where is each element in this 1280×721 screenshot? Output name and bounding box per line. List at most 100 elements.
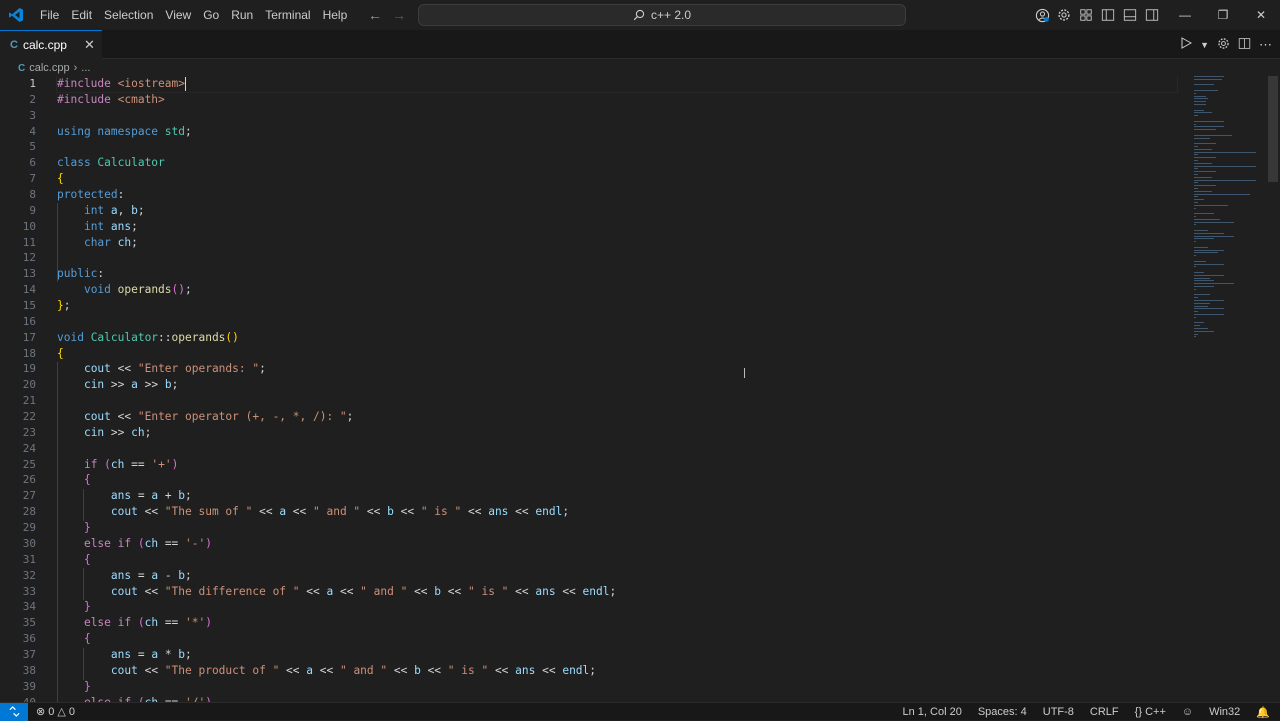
code-line[interactable]: cin >> a >> b; — [57, 377, 1177, 393]
code-line[interactable]: using namespace std; — [57, 124, 1177, 140]
code-line[interactable] — [57, 314, 1177, 330]
end-of-line[interactable]: CRLF — [1090, 706, 1119, 718]
code-token: = — [131, 489, 152, 503]
code-line[interactable]: ans = a - b; — [57, 568, 1177, 584]
more-actions-icon[interactable]: ⋯ — [1259, 37, 1272, 53]
settings-gear-icon[interactable] — [1056, 7, 1072, 23]
copilot-icon[interactable]: ☺ — [1182, 706, 1193, 718]
code-line[interactable]: char ch; — [57, 235, 1177, 251]
menu-terminal[interactable]: Terminal — [259, 0, 316, 30]
code-editor[interactable]: 1 2 3 4 5 6 7 8 9 10 11 12 13 14 15 16 1… — [0, 76, 1280, 702]
code-line[interactable]: { — [57, 552, 1177, 568]
code-token: #include — [57, 92, 118, 106]
code-line[interactable]: int a, b; — [57, 203, 1177, 219]
toggle-secondary-sidebar-icon[interactable] — [1144, 7, 1160, 23]
accounts-icon[interactable] — [1034, 7, 1050, 23]
code-line[interactable]: void operands(); — [57, 282, 1177, 298]
customize-layout-icon[interactable] — [1078, 7, 1094, 23]
close-tab-icon[interactable]: ✕ — [84, 37, 95, 53]
minimap-line — [1194, 134, 1232, 136]
menu-file[interactable]: File — [34, 0, 65, 30]
code-line[interactable] — [57, 250, 1177, 266]
close-window-icon[interactable]: ✕ — [1242, 0, 1280, 30]
indentation[interactable]: Spaces: 4 — [978, 706, 1027, 718]
minimize-icon[interactable]: — — [1166, 0, 1204, 30]
debug-gear-icon[interactable] — [1217, 37, 1230, 53]
code-line[interactable]: { — [57, 472, 1177, 488]
line-number: 18 — [22, 346, 36, 360]
code-line[interactable]: cin >> ch; — [57, 425, 1177, 441]
code-line[interactable]: } — [57, 599, 1177, 615]
forward-arrow-icon[interactable]: → — [392, 7, 406, 23]
code-line[interactable]: cout << "Enter operands: "; — [57, 361, 1177, 377]
run-icon[interactable] — [1180, 37, 1193, 52]
code-line[interactable]: ans = a * b; — [57, 647, 1177, 663]
minimap-line — [1194, 241, 1196, 243]
breadcrumb-rest[interactable]: ... — [81, 62, 90, 74]
remote-indicator-icon[interactable] — [0, 702, 28, 721]
back-arrow-icon[interactable]: ← — [368, 7, 382, 23]
line-number: 8 — [29, 188, 36, 202]
code-line[interactable]: }; — [57, 298, 1177, 314]
menu-edit[interactable]: Edit — [65, 0, 98, 30]
breadcrumb-file[interactable]: calc.cpp — [29, 62, 69, 74]
code-line[interactable] — [57, 139, 1177, 155]
menu-run[interactable]: Run — [225, 0, 259, 30]
code-lines[interactable]: #include <iostream> #include <cmath> using… — [56, 76, 1178, 702]
tab-calc-cpp[interactable]: C calc.cpp ✕ — [0, 30, 102, 59]
code-token: <cmath> — [117, 92, 165, 106]
language-mode[interactable]: {} C++ — [1135, 706, 1166, 718]
menu-help[interactable]: Help — [317, 0, 354, 30]
minimap-line — [1194, 202, 1198, 203]
minimap-line — [1194, 216, 1196, 217]
menu-selection[interactable]: Selection — [98, 0, 159, 30]
code-line[interactable]: #include <cmath> — [57, 92, 1177, 108]
restore-icon[interactable]: ❐ — [1204, 0, 1242, 30]
code-line[interactable]: else if (ch == '/') — [57, 695, 1177, 702]
line-number: 32 — [22, 568, 36, 582]
toggle-primary-sidebar-icon[interactable] — [1100, 7, 1116, 23]
code-line[interactable]: cout << "The difference of " << a << " a… — [57, 584, 1177, 600]
code-line[interactable] — [57, 441, 1177, 457]
split-editor-icon[interactable] — [1238, 37, 1251, 53]
code-token: void — [83, 283, 118, 297]
platform[interactable]: Win32 — [1209, 706, 1240, 718]
code-token: operands — [171, 330, 226, 344]
code-line[interactable]: int ans; — [57, 219, 1177, 235]
menu-view[interactable]: View — [159, 0, 197, 30]
code-line[interactable]: cout << "The sum of " << a << " and " <<… — [57, 504, 1177, 520]
code-line[interactable]: ans = a + b; — [57, 488, 1177, 504]
problems-indicator[interactable]: ⊗ 0 △ 0 — [36, 705, 75, 719]
code-line[interactable] — [57, 108, 1177, 124]
code-token: << — [137, 505, 165, 519]
encoding[interactable]: UTF-8 — [1043, 706, 1074, 718]
cursor-position[interactable]: Ln 1, Col 20 — [903, 706, 962, 718]
code-line[interactable]: cout << "Enter operator (+, -, *, /): "; — [57, 409, 1177, 425]
code-line[interactable]: class Calculator — [57, 155, 1177, 171]
code-line[interactable]: { — [57, 346, 1177, 362]
command-center-search[interactable]: c++ 2.0 — [418, 4, 906, 26]
breadcrumb: C calc.cpp › ... — [18, 60, 90, 76]
vertical-scrollbar[interactable] — [1268, 76, 1278, 182]
toggle-panel-icon[interactable] — [1122, 7, 1138, 23]
code-line[interactable]: public: — [57, 266, 1177, 282]
code-line[interactable]: cout << "The product of " << a << " and … — [57, 663, 1177, 679]
minimap[interactable] — [1190, 76, 1266, 346]
code-line[interactable]: protected: — [57, 187, 1177, 203]
notifications-bell-icon[interactable]: 🔔 — [1256, 706, 1270, 719]
code-line[interactable]: } — [57, 679, 1177, 695]
code-line[interactable]: } — [57, 520, 1177, 536]
code-line[interactable]: { — [57, 171, 1177, 187]
code-line[interactable]: void Calculator::operands() — [57, 330, 1177, 346]
code-line[interactable]: if (ch == '+') — [57, 457, 1177, 473]
code-line[interactable]: else if (ch == '*') — [57, 615, 1177, 631]
code-token: ; — [144, 425, 152, 439]
menu-go[interactable]: Go — [197, 0, 225, 30]
code-line[interactable]: { — [57, 631, 1177, 647]
line-number: 3 — [29, 108, 36, 122]
code-line[interactable] — [57, 393, 1177, 409]
code-line[interactable]: else if (ch == '-') — [57, 536, 1177, 552]
code-line[interactable]: #include <iostream> — [56, 76, 1178, 93]
code-token: * — [158, 647, 179, 661]
chevron-down-icon[interactable]: ▼ — [1200, 40, 1209, 50]
